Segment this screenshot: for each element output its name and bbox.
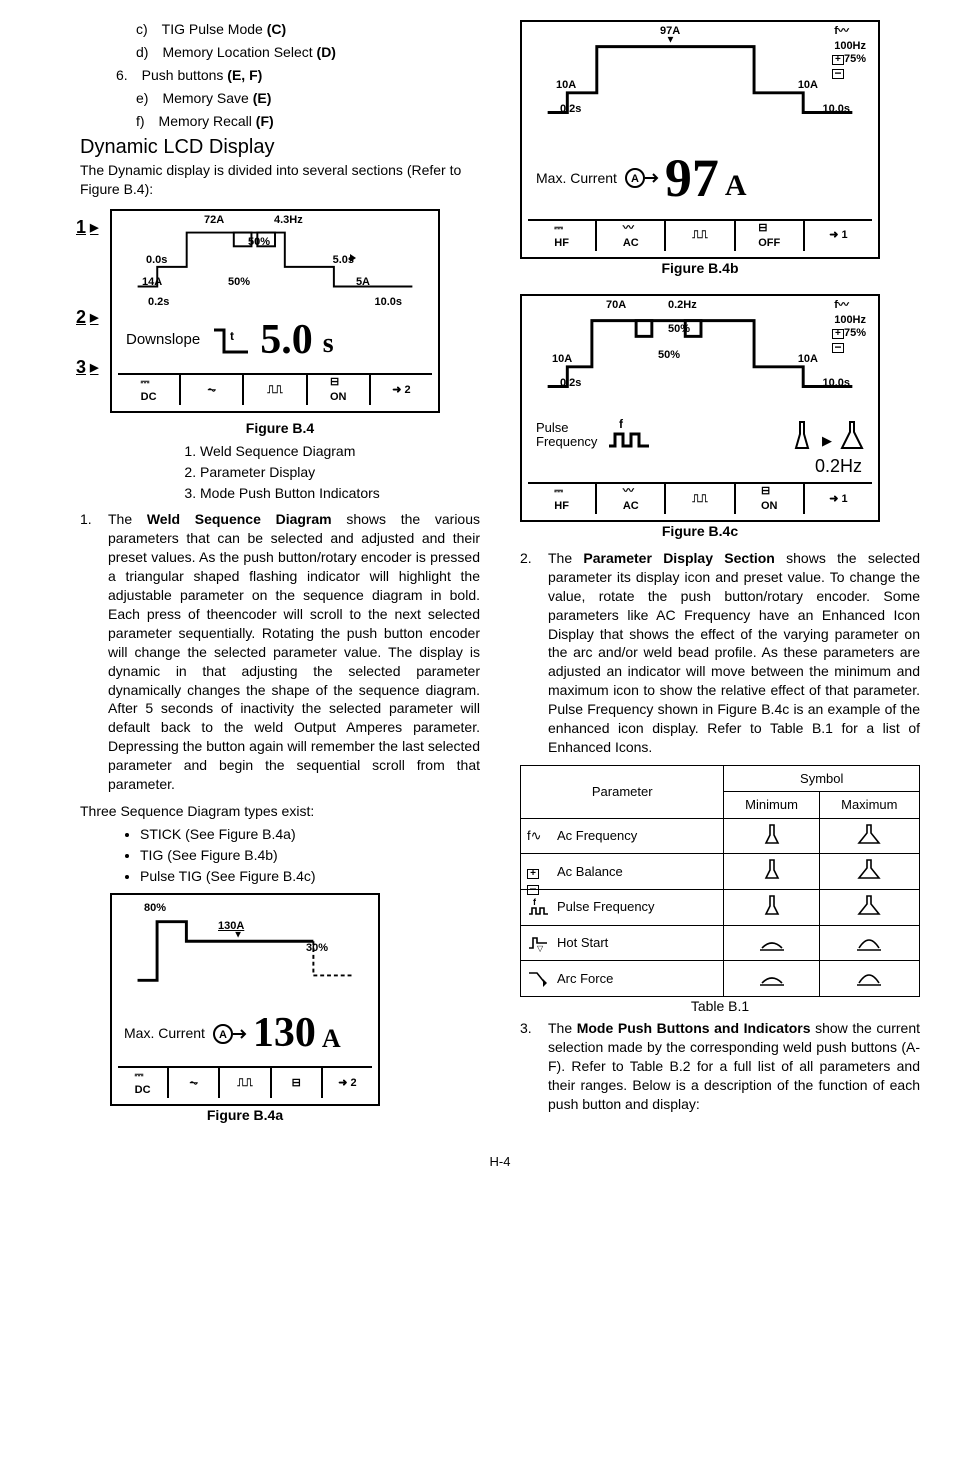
- table-row: f∿Ac Frequency: [521, 818, 920, 854]
- dynamic-lcd-heading: Dynamic LCD Display: [80, 134, 480, 161]
- table-row: ▽Hot Start: [521, 925, 920, 961]
- seq-types-intro: Three Sequence Diagram types exist:: [80, 802, 480, 821]
- ac-balance-icon: +−: [527, 863, 549, 881]
- svg-text:▽: ▽: [537, 944, 544, 952]
- label-50b: 50%: [228, 275, 250, 290]
- label-10s: 10.0s: [374, 295, 402, 310]
- table-row: +−Ac Balance: [521, 854, 920, 890]
- label-80pct: 80%: [144, 901, 166, 916]
- label-130a: 130A: [218, 919, 244, 934]
- callout-3: 3: [76, 355, 98, 379]
- fig-b4-legend: Weld Sequence Diagram Parameter Display …: [180, 442, 480, 503]
- param-val-4a: 130: [253, 1005, 316, 1062]
- torch-min-icon: [759, 823, 785, 845]
- item-c: c) TIG Pulse Mode (C): [136, 20, 480, 39]
- label-50a: 50%: [248, 235, 270, 250]
- freq-readout-4c: 0.2Hz: [528, 454, 872, 482]
- param-section-para: 2. The Parameter Display Section shows t…: [520, 549, 920, 757]
- figure-b4: 72A 4.3Hz 50% 0.0s 5.0s 14A 50% 5A 0.2s …: [110, 209, 440, 413]
- label-30pct: 30%: [306, 941, 328, 956]
- page-footer: H-4: [80, 1153, 920, 1171]
- table-b1-caption: Table B.1: [520, 997, 920, 1016]
- figure-b4b: ▼ 97A 10A 10A 0.2s 10.0s f〰100Hz +75%− M…: [520, 20, 880, 259]
- label-0.2s: 0.2s: [148, 295, 169, 310]
- seq-types-list: STICK (See Figure B.4a) TIG (See Figure …: [80, 825, 480, 886]
- param-name-4b: Max. Current: [536, 169, 617, 188]
- svg-text:A: A: [219, 1029, 227, 1041]
- label-14a: 14A: [142, 275, 162, 290]
- mode-row: ⎓ DC ⏦ ⎍⎍ ⊟ ON ➜ 2: [118, 373, 432, 405]
- hotstart-icon: ▽: [527, 934, 549, 952]
- item-e: e) Memory Save (E): [136, 89, 480, 108]
- pulse-icon-4c: f: [605, 416, 651, 450]
- weld-seq-para: 1. The Weld Sequence Diagram shows the v…: [80, 510, 480, 793]
- dynamic-intro: The Dynamic display is divided into seve…: [80, 161, 480, 199]
- param-value: 5.0: [260, 312, 313, 369]
- svg-text:f: f: [619, 417, 624, 431]
- label-72a: 72A: [204, 213, 224, 228]
- item-d: d) Memory Location Select (D): [136, 43, 480, 62]
- svg-text:A: A: [631, 173, 639, 185]
- param-name: Downslope: [126, 330, 200, 350]
- mode-push-para: 3. The Mode Push Buttons and Indicators …: [520, 1019, 920, 1113]
- figure-b4c: 70A 0.2Hz 50% 50% 10A 10A 0.2s 10.0s f〰1…: [520, 294, 880, 522]
- callout-2: 2: [76, 305, 98, 329]
- maxcurrent-icon: A: [211, 1020, 247, 1048]
- torch-wide-icon: [840, 420, 864, 450]
- item-6: 6. Push buttons (E, F): [116, 66, 480, 85]
- torch-narrow-icon: [790, 420, 814, 450]
- arcforce-icon: [527, 969, 549, 987]
- label-5a: 5A: [356, 275, 370, 290]
- param-unit-4a: A: [322, 1021, 341, 1056]
- fig-b4a-caption: Figure B.4a: [110, 1106, 380, 1125]
- param-val-4b: 97: [665, 142, 719, 215]
- label-0s: 0.0s: [146, 253, 167, 268]
- fig-b4c-caption: Figure B.4c: [520, 522, 880, 541]
- torch-max-icon: [856, 823, 882, 845]
- table-b1: Parameter Symbol Minimum Maximum f∿Ac Fr…: [520, 765, 920, 997]
- label-4.3hz: 4.3Hz: [274, 213, 303, 228]
- item-f: f) Memory Recall (F): [136, 112, 480, 131]
- svg-text:f: f: [533, 898, 537, 907]
- svg-text:t: t: [230, 329, 234, 343]
- maxcurrent-icon-4b: A: [623, 164, 659, 192]
- table-row: Arc Force: [521, 961, 920, 997]
- downslope-icon: t: [210, 326, 250, 356]
- param-name-4a: Max. Current: [124, 1024, 205, 1043]
- label-97a: 97A: [660, 24, 680, 39]
- ac-freq-icon: f∿: [527, 827, 549, 845]
- callout-1: 1: [76, 215, 98, 239]
- figure-b4a: ▼ 80% 130A 30% Max. Current A 130 A ⎓ DC…: [110, 893, 380, 1106]
- param-name-4c: Pulse Frequency: [536, 421, 597, 450]
- fig-b4-caption: Figure B.4: [80, 419, 480, 438]
- table-row: fPulse Frequency: [521, 889, 920, 925]
- pulse-freq-icon: f: [527, 898, 549, 916]
- param-unit: s: [323, 325, 334, 363]
- fig-b4b-caption: Figure B.4b: [520, 259, 880, 278]
